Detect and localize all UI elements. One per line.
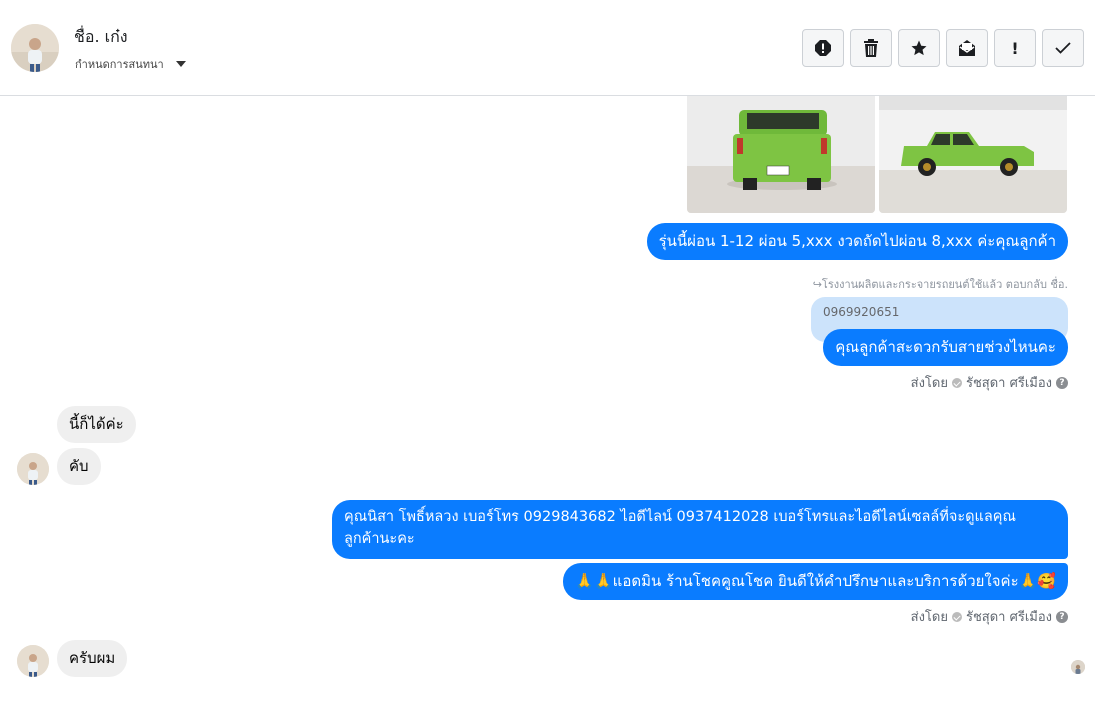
outgoing-message[interactable]: คุณลูกค้าสะดวกรับสายช่วงไหนคะ [823,329,1068,366]
incoming-message[interactable]: นี้ก็ได้ค่ะ [57,406,136,443]
message-text: ครับผม [69,649,116,667]
report-spam-button[interactable] [802,29,844,67]
sent-by-label: ส่งโดย [910,376,948,391]
contact-avatar[interactable] [11,24,59,72]
exclamation-icon: ! [1011,38,1019,58]
incoming-message[interactable]: คับ [57,448,101,485]
checkmark-icon [1055,42,1071,54]
message-text: 🙏🙏แอดมิน ร้านโชคคูณโชค ยินดีให้คำปรึกษาแ… [575,572,1056,590]
sender-name: รัชสุดา ศรีเมือง [965,376,1052,391]
mark-unread-icon [959,40,975,56]
message-text-line: คุณนิสา โพธิ์หลวง เบอร์โทร 0929843682 ไอ… [344,509,1016,525]
reply-note-text: โรงงานผลิตและกระจายรถยนต์ใช้แล้ว ตอบกลับ… [821,278,1068,291]
star-icon [911,40,927,56]
help-icon[interactable]: ? [1056,610,1068,623]
star-button[interactable] [898,29,940,67]
message-text-line: ลูกค้านะคะ [344,531,415,547]
contact-avatar-small[interactable] [17,645,49,677]
truck-rear-image[interactable] [687,96,875,213]
outgoing-message[interactable]: คุณนิสา โพธิ์หลวง เบอร์โทร 0929843682 ไอ… [332,500,1068,559]
message-text: รุ่นนี้ผ่อน 1-12 ผ่อน 5,xxx งวดถัดไปผ่อน… [658,232,1056,250]
message-image-group [687,96,1067,213]
conversation-header: ชื่อ. เก๋ง กำหนดการสนทนา ! [0,0,1095,96]
trash-icon [864,39,878,57]
outgoing-message[interactable]: 🙏🙏แอดมิน ร้านโชคคูณโชค ยินดีให้คำปรึกษาแ… [563,563,1068,600]
sent-by-meta: ส่งโดย รัชสุดา ศรีเมือง ? [911,372,1068,393]
alert-circle-icon [815,40,831,56]
mark-done-button[interactable] [1042,29,1084,67]
contact-avatar-small[interactable] [17,453,49,485]
reply-context: ↪โรงงานผลิตและกระจายรถยนต์ใช้แล้ว ตอบกลั… [813,275,1068,293]
verified-check-icon [951,377,962,388]
caret-down-icon [175,61,186,67]
outgoing-message[interactable]: รุ่นนี้ผ่อน 1-12 ผ่อน 5,xxx งวดถัดไปผ่อน… [646,223,1068,260]
contact-name: ชื่อ. เก๋ง [74,27,128,46]
follow-up-button[interactable]: ! [994,29,1036,67]
truck-side-image[interactable] [879,96,1067,213]
reply-arrow-icon: ↪ [812,278,822,291]
action-toolbar: ! [802,29,1084,67]
conversation-settings-label: กำหนดการสนทนา [75,58,164,71]
quoted-text: 0969920651 [823,305,900,319]
message-text: คับ [69,457,89,475]
seen-avatar-indicator [1071,660,1085,674]
sent-by-label: ส่งโดย [910,610,948,625]
message-text: คุณลูกค้าสะดวกรับสายช่วงไหนคะ [835,338,1056,356]
sender-name: รัชสุดา ศรีเมือง [965,610,1052,625]
verified-check-icon [951,611,962,622]
message-text: นี้ก็ได้ค่ะ [69,415,124,433]
help-icon[interactable]: ? [1056,376,1068,389]
incoming-message[interactable]: ครับผม [57,640,128,677]
conversation-settings-dropdown[interactable]: กำหนดการสนทนา [75,55,186,73]
sent-by-meta: ส่งโดย รัชสุดา ศรีเมือง ? [911,606,1068,627]
mark-unread-button[interactable] [946,29,988,67]
delete-button[interactable] [850,29,892,67]
